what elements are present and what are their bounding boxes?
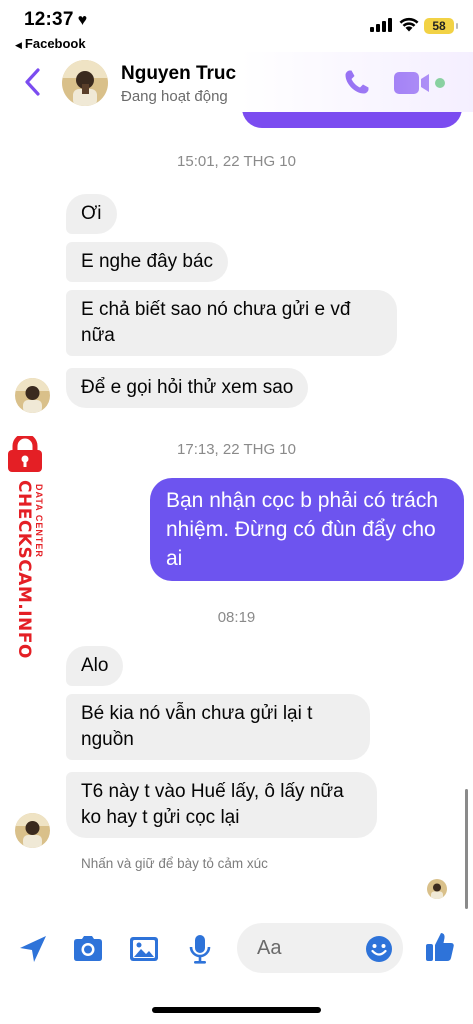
incoming-message[interactable]: T6 này t vào Huế lấy, ô lấy nữa ko hay t… [66,772,377,838]
sender-avatar[interactable] [15,813,50,848]
incoming-message[interactable]: Alo [66,646,124,686]
timestamp: 08:19 [217,609,256,626]
watermark: CHECKSCAM.INFO DATA CENTER [0,436,52,666]
status-time: 12:37 ♥ [24,9,87,31]
message-composer [0,920,473,980]
contact-avatar[interactable] [62,60,108,106]
seen-indicator-avatar [427,879,447,899]
image-icon[interactable] [127,932,161,966]
emoji-icon[interactable] [365,935,393,963]
reaction-hint: Nhấn và giữ để bày tỏ cảm xúc [81,856,268,871]
heart-icon: ♥ [77,12,88,29]
incoming-message[interactable]: E nghe đây bác [66,242,229,282]
home-indicator [152,1007,321,1013]
phone-icon[interactable] [342,67,372,97]
contact-name[interactable]: Nguyen Truc [121,63,236,85]
chat-header: Nguyen Truc Đang hoạt động [0,52,473,112]
online-indicator [435,78,445,88]
incoming-message[interactable]: Ơi [66,194,117,234]
video-icon[interactable] [393,70,431,96]
back-app-label: Facebook [24,36,86,51]
scrollbar[interactable] [465,789,468,909]
microphone-icon[interactable] [183,932,217,966]
timestamp: 17:13, 22 THG 10 [177,441,296,458]
lock-icon [8,436,42,472]
message-input[interactable] [257,933,357,963]
cellular-signal-icon [370,18,392,32]
outgoing-message[interactable]: Bạn nhận cọc b phải có trách nhiệm. Đừng… [150,478,464,581]
back-triangle-icon: ◀ [15,40,22,50]
watermark-subtext: DATA CENTER [34,484,44,558]
message-input-container[interactable] [237,923,403,973]
battery-indicator: 58 [424,18,458,34]
like-icon[interactable] [423,930,457,964]
camera-icon[interactable] [71,932,105,966]
back-to-app-link[interactable]: ◀ Facebook [15,36,86,51]
chevron-left-icon[interactable] [20,66,46,98]
incoming-message[interactable]: Để e gọi hỏi thử xem sao [66,368,309,408]
incoming-message[interactable]: E chả biết sao nó chưa gửi e vđ nữa [66,290,397,356]
contact-active-status: Đang hoạt động [121,88,228,105]
status-bar: 12:37 ♥ ◀ Facebook 58 [0,0,473,56]
status-time-text: 12:37 [24,9,74,30]
wifi-icon [399,17,419,32]
sender-avatar[interactable] [15,378,50,413]
timestamp: 15:01, 22 THG 10 [177,153,296,170]
watermark-text: CHECKSCAM.INFO [14,480,34,659]
incoming-message[interactable]: Bé kia nó vẫn chưa gửi lại t nguồn [66,694,370,760]
location-arrow-icon[interactable] [16,932,50,966]
